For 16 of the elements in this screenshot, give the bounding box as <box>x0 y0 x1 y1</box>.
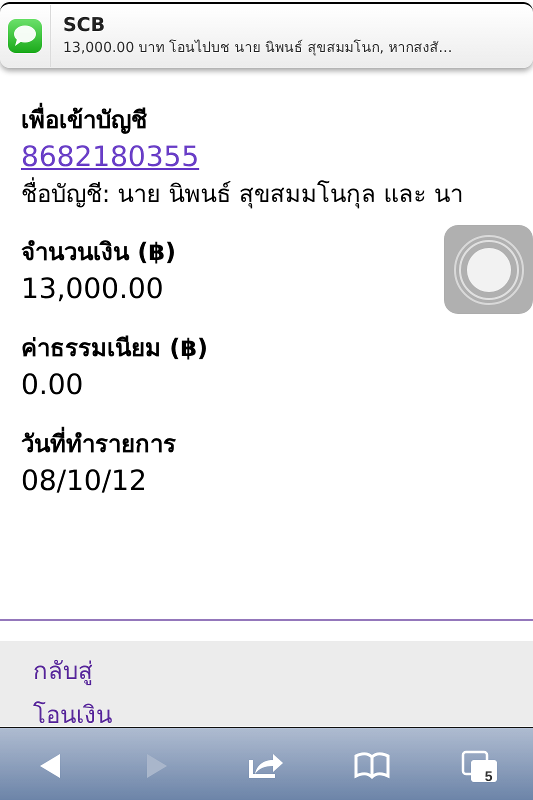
tabs-button[interactable]: 5 <box>456 740 504 788</box>
field-value: 0.00 <box>21 367 84 403</box>
field-label: จำนวนเงิน (฿) <box>21 237 177 268</box>
field-label: เพื่อเข้าบัญชี <box>21 102 533 138</box>
footer-link[interactable]: กลับสู่ <box>33 649 93 693</box>
tab-count: 5 <box>484 768 494 784</box>
field-value: 08/10/12 <box>21 463 147 499</box>
notification-banner[interactable]: SCB 13,000.00 บาท โอนไปบช นาย นิพนธ์ สุขสมมโนก, หากสงสั… <box>0 2 533 68</box>
account-link[interactable]: 8682180355 <box>21 138 200 176</box>
notification-message: 13,000.00 บาท โอนไปบช นาย นิพนธ์ สุขสมมโนก, หากสงสั… <box>63 38 452 58</box>
notification-title: SCB <box>63 14 106 36</box>
field-value: 13,000.00 <box>21 271 164 307</box>
footer-link[interactable]: โอนเงิน <box>33 693 112 727</box>
account-name: ชื่อบัญชี: นาย นิพนธ์ สุขสมมโนกุล และ นา <box>21 176 533 212</box>
field-label: ค่าธรรมเนียม (฿) <box>21 333 209 364</box>
field-label: วันที่ทำรายการ <box>21 426 533 462</box>
